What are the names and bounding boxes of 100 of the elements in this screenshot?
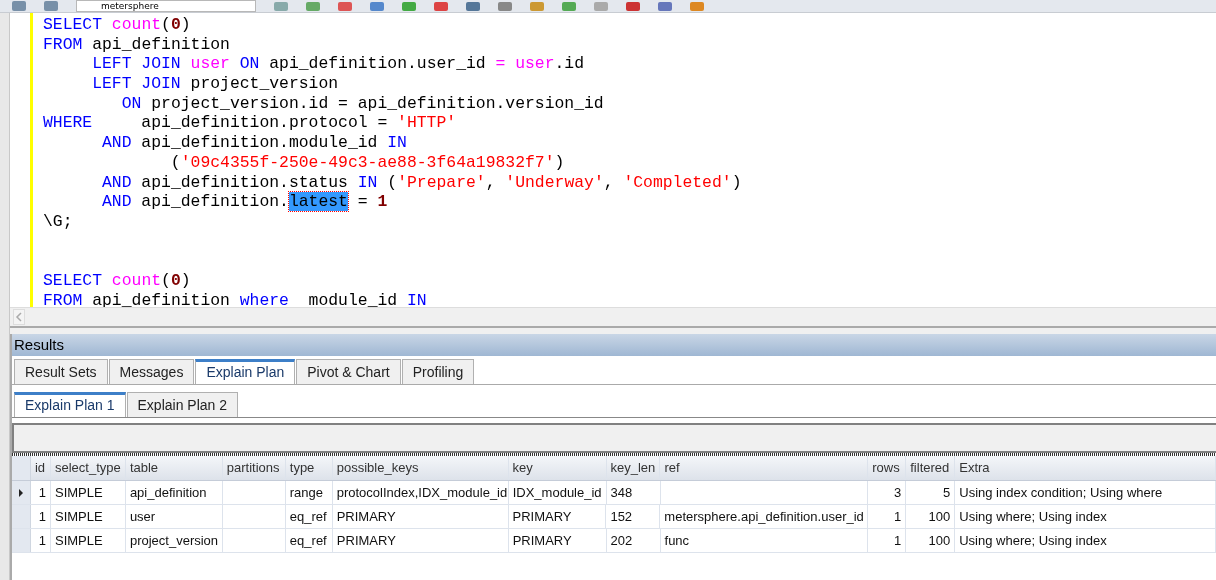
results-tab[interactable]: Pivot & Chart — [296, 359, 401, 384]
code-token: count — [110, 15, 162, 34]
code-token: ON — [238, 54, 260, 74]
code-token: , — [603, 172, 615, 192]
code-token: ) — [554, 152, 565, 172]
scroll-left-icon[interactable] — [13, 309, 25, 325]
table-cell: eq_ref — [285, 529, 333, 552]
table-cell: PRIMARY — [508, 505, 607, 528]
results-tab[interactable]: Result Sets — [14, 359, 108, 384]
toolbar-icon[interactable] — [626, 1, 640, 11]
column-header[interactable]: filtered — [906, 456, 956, 480]
code-token: 0 — [170, 270, 181, 290]
code-token: api_definition.user_id — [268, 54, 486, 74]
code-token: 'Underway' — [505, 172, 604, 192]
code-token: AND — [101, 172, 132, 192]
toolbar-icon[interactable] — [12, 1, 26, 11]
toolbar-icon[interactable] — [658, 1, 672, 11]
code-token: user — [514, 54, 555, 74]
results-tab[interactable]: Profiling — [401, 359, 475, 384]
table-cell: Using where; Using index — [955, 505, 1216, 528]
column-header[interactable]: type — [285, 456, 333, 480]
code-token: user — [189, 54, 230, 74]
toolbar-icon[interactable] — [44, 1, 58, 11]
selected-code: latest — [288, 192, 348, 212]
table-cell: 100 — [906, 505, 956, 528]
code-token: \G; — [43, 211, 73, 231]
code-token: IN — [387, 133, 407, 153]
column-header[interactable]: id — [31, 456, 51, 480]
table-cell: PRIMARY — [332, 529, 509, 552]
toolbar-icon[interactable] — [690, 1, 704, 11]
table-cell: Using where; Using index — [955, 529, 1216, 552]
code-token: , — [485, 172, 497, 192]
toolbar-icon[interactable] — [370, 1, 384, 11]
toolbar-icon[interactable] — [530, 1, 544, 11]
column-header[interactable]: ref — [660, 456, 869, 480]
toolbar-icon[interactable] — [274, 1, 288, 11]
code-token: AND — [101, 133, 132, 153]
table-cell: range — [285, 481, 333, 504]
table-cell: 152 — [606, 505, 661, 528]
code-token: ( — [161, 270, 171, 290]
table-cell: protocolIndex,IDX_module_id — [332, 481, 509, 504]
column-header[interactable]: table — [125, 456, 223, 480]
column-header[interactable]: key_len — [606, 456, 661, 480]
code-token: .id — [554, 54, 585, 74]
current-row-icon — [18, 488, 24, 497]
database-dropdown[interactable]: metersphere — [76, 0, 256, 12]
code-token: FROM — [43, 34, 83, 54]
column-header[interactable]: possible_keys — [332, 456, 509, 480]
table-cell: Using index condition; Using where — [955, 481, 1216, 504]
table-cell: user — [125, 505, 223, 528]
code-token: = — [356, 192, 369, 212]
column-header[interactable]: key — [508, 456, 607, 480]
horizontal-scrollbar[interactable] — [10, 307, 1216, 328]
table-cell: api_definition — [125, 481, 223, 504]
column-header[interactable]: Extra — [955, 456, 1216, 480]
code-token: where — [239, 290, 289, 307]
results-tab[interactable]: Messages — [108, 359, 195, 384]
code-token: = — [494, 54, 506, 74]
table-cell: metersphere.api_definition.user_id — [660, 505, 869, 528]
code-token: IN — [407, 290, 427, 307]
code-token: 'Prepare' — [397, 172, 486, 192]
splitter-bar[interactable] — [12, 453, 1216, 456]
table-cell: project_version — [125, 529, 223, 552]
table-cell: SIMPLE — [50, 481, 126, 504]
code-editor[interactable] — [10, 13, 1216, 307]
table-cell: 1 — [31, 481, 51, 504]
code-token: WHERE — [43, 113, 93, 133]
code-token: api_definition.module_id — [140, 133, 379, 153]
table-cell: 1 — [868, 529, 907, 552]
code-token: IN — [357, 172, 378, 192]
code-token: SELECT — [43, 15, 103, 34]
table-cell: SIMPLE — [50, 505, 126, 528]
toolbar-icon[interactable] — [434, 1, 448, 11]
plan-tab[interactable]: Explain Plan 2 — [126, 392, 239, 417]
toolbar-icon[interactable] — [306, 1, 320, 11]
table-cell: 202 — [606, 529, 661, 552]
code-token: ( — [161, 15, 171, 34]
code-token: '09c4355f-250e-49c3-ae88-3f64a19832f7' — [180, 152, 555, 172]
toolbar-icon[interactable] — [594, 1, 608, 11]
code-token: project_version — [189, 74, 339, 94]
table-cell: 3 — [868, 481, 907, 504]
plan-tab[interactable]: Explain Plan 1 — [14, 392, 126, 417]
toolbar-icon[interactable] — [402, 1, 416, 11]
table-cell: PRIMARY — [508, 529, 607, 552]
code-token: 'HTTP' — [397, 113, 457, 133]
code-token: api_definition — [91, 34, 230, 54]
column-header[interactable]: select_type — [50, 456, 126, 480]
code-token: module_id — [307, 290, 399, 307]
code-token: ) — [180, 15, 191, 34]
code-token: ON — [120, 93, 142, 113]
column-header[interactable]: rows — [868, 456, 907, 480]
toolbar-icon[interactable] — [498, 1, 512, 11]
column-header[interactable]: partitions — [222, 456, 286, 480]
table-cell: 5 — [906, 481, 956, 504]
toolbar-icon[interactable] — [562, 1, 576, 11]
table-cell: PRIMARY — [332, 505, 509, 528]
toolbar-icon[interactable] — [338, 1, 352, 11]
results-tab[interactable]: Explain Plan — [195, 359, 296, 384]
table-cell: eq_ref — [285, 505, 333, 528]
toolbar-icon[interactable] — [466, 1, 480, 11]
